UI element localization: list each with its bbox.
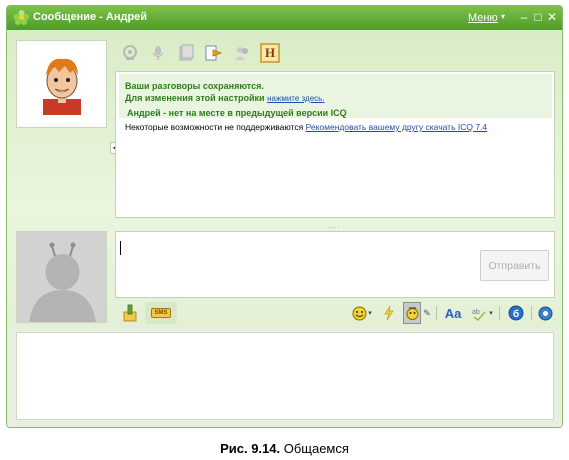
- minimize-button[interactable]: –: [517, 9, 531, 25]
- clip-icon[interactable]: [121, 302, 139, 324]
- send-button[interactable]: Отправить: [480, 250, 549, 281]
- pane-splitter[interactable]: ....: [328, 221, 341, 230]
- menu-arrow-icon[interactable]: ▾: [501, 12, 505, 21]
- separator: [531, 306, 532, 320]
- settings-icon[interactable]: [537, 302, 553, 324]
- history-icon[interactable]: H: [259, 42, 281, 64]
- notice-line1: Ваши разговоры сохраняются.: [125, 81, 264, 91]
- block-icon[interactable]: б: [507, 302, 525, 324]
- status-area: [7, 328, 562, 427]
- smiley-icon[interactable]: [351, 302, 367, 324]
- caption-text: Общаемся: [280, 441, 349, 456]
- notice-settings-link[interactable]: нажмите здесь.: [267, 94, 324, 103]
- sms-button[interactable]: SMS: [145, 302, 177, 324]
- bottom-toolbar: SMS ▾ ✎ Aa ab ▾ б: [115, 300, 555, 326]
- chat-body: ◂ H Ваши разговоры сох: [7, 30, 562, 328]
- icq-flower-icon: [13, 9, 30, 26]
- contacts-icon[interactable]: [231, 42, 253, 64]
- close-button[interactable]: ✕: [545, 9, 559, 25]
- webcam-icon[interactable]: [119, 42, 141, 64]
- spellcheck-icon[interactable]: ab: [471, 302, 487, 324]
- chat-window: Сообщение - Андрей Меню ▾ – □ ✕ ◂: [6, 5, 563, 428]
- status-panel: [16, 332, 554, 420]
- separator: [499, 306, 500, 320]
- notice-line3: Андрей - нет на месте в предыдущей верси…: [127, 108, 347, 118]
- window-title: Сообщение - Андрей: [33, 11, 148, 23]
- text-caret: [120, 241, 121, 255]
- sms-label: SMS: [151, 308, 171, 318]
- pen-icon[interactable]: ✎: [423, 302, 431, 324]
- voice-call-icon[interactable]: [147, 42, 169, 64]
- my-avatar[interactable]: [16, 231, 107, 323]
- menu-button[interactable]: Меню: [468, 12, 498, 24]
- maximize-button[interactable]: □: [531, 9, 545, 25]
- svg-text:ab: ab: [472, 309, 480, 316]
- notice-line2-text: Для изменения этой настройки: [125, 93, 265, 103]
- notice-line2: Для изменения этой настройки нажмите зде…: [125, 93, 325, 103]
- separator: [436, 306, 437, 320]
- xtraz-icon[interactable]: [403, 302, 421, 324]
- message-history[interactable]: Ваши разговоры сохраняются. Для изменени…: [115, 71, 555, 218]
- recommend-icq-link[interactable]: Рекомендовать вашему другу скачать ICQ 7…: [306, 122, 488, 132]
- buzz-icon[interactable]: [381, 302, 397, 324]
- caption-label: Рис. 9.14.: [220, 441, 281, 456]
- warning-text: Некоторые возможности не поддерживаются: [125, 122, 304, 132]
- spellcheck-dropdown-icon[interactable]: ▾: [488, 302, 494, 324]
- history-notice: Ваши разговоры сохраняются. Для изменени…: [119, 74, 552, 118]
- smiley-dropdown-icon[interactable]: ▾: [367, 302, 373, 324]
- svg-text:б: б: [513, 308, 519, 320]
- message-input[interactable]: Отправить: [115, 231, 555, 298]
- history-letter: H: [265, 45, 276, 60]
- notes-icon[interactable]: [175, 42, 197, 64]
- figure-caption: Рис. 9.14. Общаемся: [0, 441, 569, 456]
- send-file-icon[interactable]: [203, 42, 225, 64]
- font-icon[interactable]: Aa: [443, 302, 463, 324]
- contact-avatar[interactable]: [16, 40, 107, 128]
- compatibility-warning: Некоторые возможности не поддерживаются …: [125, 122, 487, 132]
- title-bar[interactable]: Сообщение - Андрей Меню ▾ – □ ✕: [7, 6, 562, 30]
